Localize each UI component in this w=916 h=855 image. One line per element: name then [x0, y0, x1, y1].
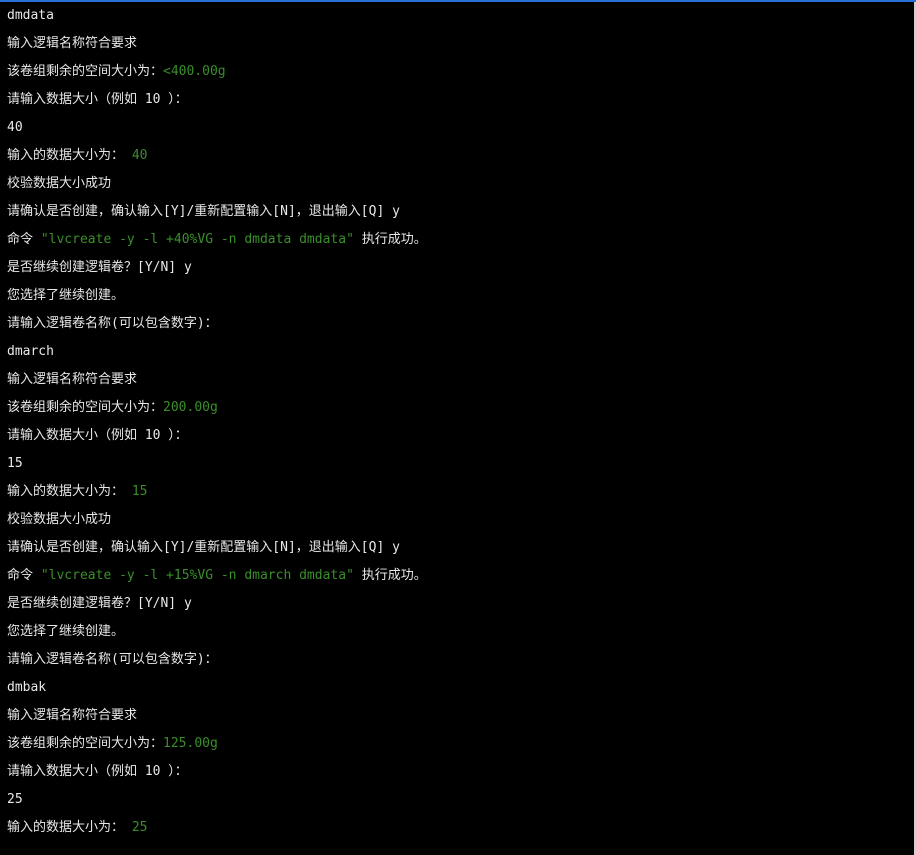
line-text: 是否继续创建逻辑卷？[Y/N] y [7, 260, 192, 275]
terminal-line: 输入逻辑名称符合要求 [7, 704, 910, 732]
line-text: 该卷组剩余的空间大小为： [7, 400, 164, 415]
terminal-line: 25 [7, 788, 910, 816]
line-text: 命令 [7, 568, 41, 583]
line-text: 该卷组剩余的空间大小为： [7, 736, 164, 751]
line-text: 输入的数据大小为： [7, 484, 132, 499]
terminal-line: 请输入逻辑卷名称(可以包含数字)： [7, 648, 910, 676]
terminal-line: dmdata [7, 4, 910, 32]
terminal-line: 输入逻辑名称符合要求 [7, 368, 910, 396]
highlighted-value: 15 [131, 484, 148, 499]
line-text: 请确认是否创建，确认输入[Y]/重新配置输入[N]，退出输入[Q] y [7, 540, 400, 555]
line-text: 是否继续创建逻辑卷？[Y/N] y [7, 596, 192, 611]
terminal-line: 输入逻辑名称符合要求 [7, 32, 910, 60]
line-text: 输入的数据大小为： [7, 820, 132, 835]
line-text: 请输入逻辑卷名称(可以包含数字)： [7, 652, 218, 667]
line-text: 25 [7, 792, 23, 807]
terminal-line: dmarch [7, 340, 910, 368]
terminal-line: 请输入逻辑卷名称(可以包含数字)： [7, 312, 910, 340]
terminal-line: 请输入数据大小（例如 10 ）： [7, 88, 910, 116]
line-text: 请输入数据大小（例如 10 ）： [7, 92, 188, 107]
terminal-line: 该卷组剩余的空间大小为：200.00g [7, 396, 910, 424]
terminal-line: 校验数据大小成功 [7, 172, 910, 200]
terminal-line: 该卷组剩余的空间大小为：<400.00g [7, 60, 910, 88]
terminal-window[interactable]: dmdata 输入逻辑名称符合要求 该卷组剩余的空间大小为：<400.00g 请输入数… [0, 0, 916, 855]
terminal-line: 输入的数据大小为： 25 [7, 816, 910, 844]
highlighted-value: 40 [131, 148, 148, 163]
line-text: dmdata [7, 8, 54, 23]
line-text: 40 [7, 120, 23, 135]
terminal-line: 该卷组剩余的空间大小为：125.00g [7, 732, 910, 760]
terminal-line: 您选择了继续创建。 [7, 284, 910, 312]
terminal-line: 您选择了继续创建。 [7, 620, 910, 648]
terminal-output: dmdata 输入逻辑名称符合要求 该卷组剩余的空间大小为：<400.00g 请输入数… [7, 4, 910, 844]
line-text: dmbak [7, 680, 47, 695]
terminal-line: dmbak [7, 676, 910, 704]
line-text: 输入的数据大小为： [7, 148, 132, 163]
terminal-line: 命令 "lvcreate -y -l +15%VG -n dmarch dmda… [7, 564, 910, 592]
highlighted-value: "lvcreate -y -l +15%VG -n dmarch dmdata" [40, 568, 354, 583]
line-text: 请输入数据大小（例如 10 ）： [7, 428, 188, 443]
line-text: dmarch [7, 344, 54, 359]
line-text-suffix: 执行成功。 [353, 568, 427, 583]
line-text: 请输入数据大小（例如 10 ）： [7, 764, 188, 779]
terminal-line: 是否继续创建逻辑卷？[Y/N] y [7, 256, 910, 284]
line-text-suffix: 执行成功。 [353, 232, 427, 247]
line-text: 您选择了继续创建。 [7, 624, 125, 639]
line-text: 输入逻辑名称符合要求 [7, 36, 138, 51]
line-text: 15 [7, 456, 23, 471]
terminal-line: 40 [7, 116, 910, 144]
highlighted-value: 200.00g [163, 400, 218, 415]
terminal-line: 请确认是否创建，确认输入[Y]/重新配置输入[N]，退出输入[Q] y [7, 200, 910, 228]
terminal-line: 输入的数据大小为： 15 [7, 480, 910, 508]
terminal-line: 命令 "lvcreate -y -l +40%VG -n dmdata dmda… [7, 228, 910, 256]
highlighted-value: 25 [131, 820, 148, 835]
highlighted-value: 125.00g [163, 736, 218, 751]
terminal-line: 输入的数据大小为： 40 [7, 144, 910, 172]
terminal-line: 请输入数据大小（例如 10 ）： [7, 424, 910, 452]
line-text: 输入逻辑名称符合要求 [7, 372, 138, 387]
terminal-line: 请输入数据大小（例如 10 ）： [7, 760, 910, 788]
terminal-line: 校验数据大小成功 [7, 508, 910, 536]
line-text: 请确认是否创建，确认输入[Y]/重新配置输入[N]，退出输入[Q] y [7, 204, 400, 219]
line-text: 校验数据大小成功 [7, 176, 112, 191]
line-text: 输入逻辑名称符合要求 [7, 708, 138, 723]
line-text: 命令 [7, 232, 41, 247]
line-text: 校验数据大小成功 [7, 512, 112, 527]
line-text: 请输入逻辑卷名称(可以包含数字)： [7, 316, 218, 331]
terminal-line: 是否继续创建逻辑卷？[Y/N] y [7, 592, 910, 620]
line-text: 该卷组剩余的空间大小为： [7, 64, 164, 79]
highlighted-value: <400.00g [163, 64, 226, 79]
terminal-line: 15 [7, 452, 910, 480]
highlighted-value: "lvcreate -y -l +40%VG -n dmdata dmdata" [40, 232, 354, 247]
line-text: 您选择了继续创建。 [7, 288, 125, 303]
terminal-line: 请确认是否创建，确认输入[Y]/重新配置输入[N]，退出输入[Q] y [7, 536, 910, 564]
